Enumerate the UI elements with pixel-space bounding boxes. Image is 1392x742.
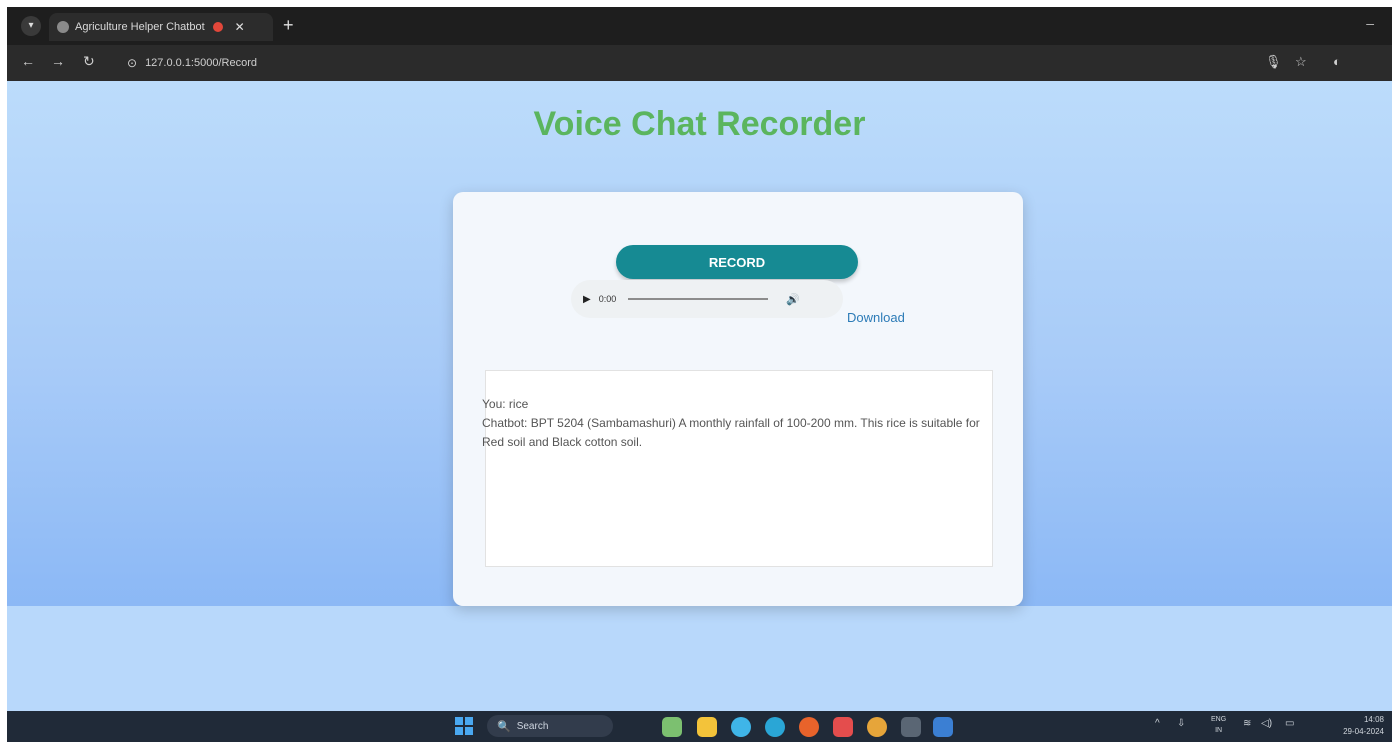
user-message: You: rice [482, 397, 529, 411]
browser-window: ▾ Agriculture Helper Chatbot ✕ + – ← → ↻… [7, 7, 1392, 742]
forward-arrow-icon[interactable]: → [51, 53, 65, 69]
new-tab-button[interactable]: + [283, 15, 294, 36]
star-icon[interactable]: ☆ [1295, 54, 1307, 70]
recorder-card: RECORD ▶ 0:00 🔊 Download You: rice Chatb… [453, 192, 1023, 606]
play-icon[interactable]: ▶ [583, 294, 591, 305]
mic-icon[interactable]: 🎙 [1265, 54, 1282, 70]
recording-indicator-icon [212, 22, 223, 32]
page-title: Voice Chat Recorder [533, 105, 866, 143]
address-bar[interactable]: ⊙ 127.0.0.1:5000/Record [127, 51, 1237, 75]
browser-toolbar: ← → ↻ ⊙ 127.0.0.1:5000/Record 🎙 ☆ ◐ [7, 45, 1392, 81]
chrome-icon[interactable] [867, 717, 887, 737]
audio-time: 0:00 [598, 294, 617, 304]
taskbar-search[interactable]: 🔍 Search [487, 715, 613, 737]
language-indicator[interactable]: ENG IN [1211, 714, 1226, 736]
search-label: Search [516, 720, 549, 732]
tab-search-button[interactable]: ▾ [21, 16, 41, 36]
windows-start-icon[interactable] [455, 717, 473, 735]
lang-bottom: IN [1215, 727, 1223, 734]
speaker-icon[interactable]: ◁) [1261, 718, 1272, 729]
clock-date: 29-04-2024 [1343, 727, 1384, 736]
tab-agriculture-chatbot[interactable]: Agriculture Helper Chatbot ✕ [49, 13, 273, 41]
vscode-icon[interactable] [933, 717, 953, 737]
chat-transcript: You: rice Chatbot: BPT 5204 (Sambamashur… [482, 370, 993, 567]
widgets-app-icon[interactable] [662, 717, 682, 737]
brave-icon[interactable] [833, 717, 853, 737]
lang-top: ENG [1211, 716, 1227, 723]
wifi-icon[interactable]: ≋ [1243, 718, 1251, 729]
page-viewport: Voice Chat Recorder RECORD ▶ 0:00 🔊 Down… [7, 81, 1392, 711]
search-icon: 🔍 [497, 720, 511, 733]
terminal-icon[interactable] [901, 717, 921, 737]
site-info-icon[interactable]: ⊙ [127, 56, 137, 70]
tab-strip: ▾ Agriculture Helper Chatbot ✕ + – [7, 7, 1392, 45]
page-footer-band [7, 606, 1392, 711]
file-explorer-icon[interactable] [697, 717, 717, 737]
edge-beta-icon[interactable] [731, 717, 751, 737]
bot-message: Chatbot: BPT 5204 (Sambamashuri) A month… [482, 416, 980, 449]
back-arrow-icon[interactable]: ← [21, 53, 35, 69]
record-button[interactable]: RECORD [616, 245, 858, 279]
tray-usb-icon[interactable]: ⇩ [1177, 718, 1185, 729]
tray-chevron-icon[interactable]: ^ [1155, 718, 1160, 729]
tab-favicon-icon [57, 21, 69, 33]
download-link[interactable]: Download [847, 310, 905, 325]
profile-icon[interactable]: ◐ [1333, 54, 1341, 69]
system-clock[interactable]: 14:08 29-04-2024 [1343, 714, 1384, 738]
tab-title: Agriculture Helper Chatbot [75, 21, 205, 33]
audio-player[interactable]: ▶ 0:00 🔊 [571, 280, 843, 318]
clock-time: 14:08 [1363, 715, 1384, 724]
minimize-button[interactable]: – [1366, 15, 1374, 31]
tab-close-icon[interactable]: ✕ [235, 20, 245, 34]
reload-icon[interactable]: ↻ [83, 53, 95, 70]
url-text[interactable]: 127.0.0.1:5000/Record [145, 57, 257, 69]
audio-progress-bar[interactable] [628, 298, 769, 300]
firefox-icon[interactable] [799, 717, 819, 737]
edge-icon[interactable] [765, 717, 785, 737]
volume-icon[interactable]: 🔊 [786, 293, 800, 306]
windows-taskbar: 🔍 Search ^ ⇩ ENG IN ≋ ◁) ▭ 14:08 29-04-2… [7, 711, 1392, 742]
battery-icon[interactable]: ▭ [1285, 718, 1294, 729]
